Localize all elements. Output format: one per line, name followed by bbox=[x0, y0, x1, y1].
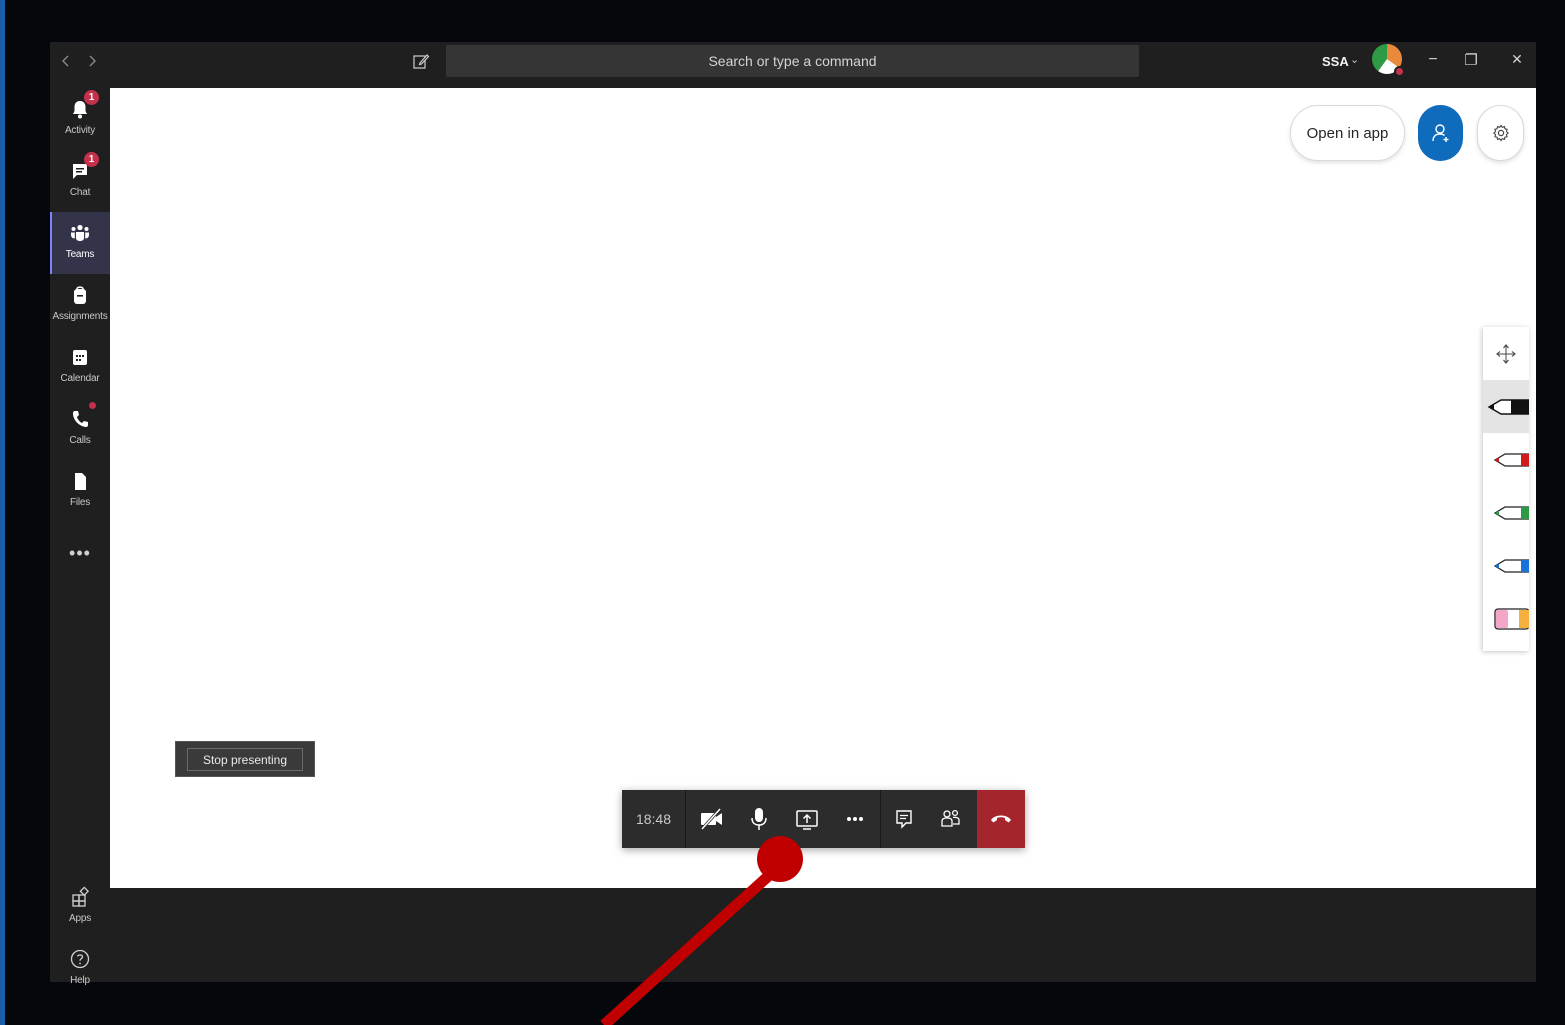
rail-item-assignments[interactable]: Assignments bbox=[50, 274, 110, 336]
participants-button[interactable] bbox=[936, 804, 966, 834]
stop-presenting-button[interactable]: Stop presenting bbox=[175, 741, 315, 777]
camera-off-icon bbox=[700, 807, 722, 831]
title-bar: Search or type a command SSA ⌄ − ❐ ✕ bbox=[50, 42, 1536, 88]
chevron-down-icon[interactable]: ⌄ bbox=[1350, 53, 1359, 66]
user-name[interactable]: SSA bbox=[1322, 54, 1349, 69]
rail-label-activity: Activity bbox=[64, 125, 96, 136]
teams-icon bbox=[71, 224, 89, 241]
rail-item-activity[interactable]: 1 Activity bbox=[50, 88, 110, 150]
rail-label-calls: Calls bbox=[69, 435, 91, 446]
microphone-button[interactable] bbox=[744, 804, 774, 834]
share-screen-button[interactable] bbox=[792, 804, 822, 834]
hang-up-button[interactable] bbox=[977, 790, 1025, 848]
red-pen-icon bbox=[1493, 453, 1529, 467]
divider bbox=[880, 790, 881, 848]
app-rail: 1 Activity 1 Chat Teams Assignments Cale… bbox=[50, 88, 110, 986]
black-pen-icon bbox=[1487, 399, 1529, 415]
file-icon bbox=[75, 473, 86, 490]
search-box[interactable]: Search or type a command bbox=[446, 45, 1139, 77]
phone-icon bbox=[73, 411, 88, 427]
black-pen-tool[interactable] bbox=[1483, 380, 1529, 433]
green-pen-tool[interactable] bbox=[1483, 486, 1529, 539]
more-actions-icon bbox=[847, 817, 863, 821]
rail-item-calendar[interactable]: Calendar bbox=[50, 336, 110, 398]
microphone-icon bbox=[751, 808, 767, 830]
move-icon bbox=[1496, 344, 1516, 364]
compose-icon bbox=[413, 54, 430, 69]
rail-label-files: Files bbox=[69, 497, 91, 508]
blue-pen-tool[interactable] bbox=[1483, 539, 1529, 592]
open-in-app-label: Open in app bbox=[1306, 125, 1389, 142]
rail-item-files[interactable]: Files bbox=[50, 460, 110, 522]
minimize-button[interactable]: − bbox=[1422, 51, 1444, 69]
new-chat-button[interactable] bbox=[412, 52, 430, 70]
move-tool[interactable] bbox=[1483, 327, 1529, 380]
share-screen-icon bbox=[796, 810, 818, 830]
participants-icon bbox=[941, 809, 960, 827]
calls-notification-dot bbox=[89, 402, 96, 409]
maximize-button[interactable]: ❐ bbox=[1460, 51, 1482, 69]
rail-label-chat: Chat bbox=[69, 187, 91, 198]
chevron-right-icon bbox=[89, 55, 96, 67]
add-person-icon bbox=[1432, 124, 1449, 142]
eraser-tool[interactable] bbox=[1483, 592, 1529, 645]
rail-label-teams: Teams bbox=[65, 249, 95, 260]
show-conversation-button[interactable] bbox=[889, 804, 919, 834]
rail-label-calendar: Calendar bbox=[60, 373, 100, 384]
share-invite-button[interactable] bbox=[1418, 105, 1463, 161]
divider bbox=[685, 790, 686, 848]
close-button[interactable]: ✕ bbox=[1506, 51, 1528, 68]
call-timer: 18:48 bbox=[635, 811, 672, 827]
whiteboard-stage[interactable]: Open in app Stop presenting 18:48 bbox=[110, 88, 1536, 888]
rail-item-chat[interactable]: 1 Chat bbox=[50, 150, 110, 212]
rail-item-teams[interactable]: Teams bbox=[50, 212, 110, 274]
red-pen-tool[interactable] bbox=[1483, 433, 1529, 486]
back-button[interactable] bbox=[57, 54, 75, 74]
rail-label-help: Help bbox=[70, 975, 90, 986]
help-icon bbox=[70, 949, 90, 969]
more-apps-button[interactable]: ••• bbox=[50, 543, 110, 564]
blue-pen-icon bbox=[1493, 559, 1529, 573]
chat-badge: 1 bbox=[84, 152, 99, 167]
show-conversation-icon bbox=[896, 810, 912, 829]
status-busy-icon bbox=[1394, 66, 1405, 77]
rail-item-help[interactable]: Help bbox=[50, 938, 110, 1000]
green-pen-icon bbox=[1493, 506, 1529, 520]
avatar[interactable] bbox=[1372, 44, 1405, 77]
forward-button[interactable] bbox=[83, 54, 101, 74]
inking-toolbar bbox=[1483, 327, 1529, 651]
rail-item-apps[interactable]: Apps bbox=[50, 876, 110, 938]
rail-label-assignments: Assignments bbox=[52, 311, 108, 322]
search-placeholder: Search or type a command bbox=[708, 53, 877, 69]
whiteboard-settings-button[interactable] bbox=[1477, 105, 1524, 161]
backpack-icon bbox=[74, 286, 86, 304]
camera-toggle-button[interactable] bbox=[696, 804, 726, 834]
teams-window: Search or type a command SSA ⌄ − ❐ ✕ 1 A… bbox=[50, 42, 1536, 986]
rail-label-apps: Apps bbox=[69, 913, 91, 924]
apps-icon bbox=[72, 886, 90, 907]
gear-icon bbox=[1492, 124, 1510, 142]
call-controls: 18:48 bbox=[622, 790, 1025, 848]
rail-item-calls[interactable]: Calls bbox=[50, 398, 110, 460]
eraser-icon bbox=[1494, 608, 1529, 630]
open-in-app-button[interactable]: Open in app bbox=[1290, 105, 1405, 161]
stop-presenting-label: Stop presenting bbox=[202, 753, 288, 767]
more-actions-button[interactable] bbox=[840, 804, 870, 834]
hang-up-icon bbox=[991, 815, 1011, 823]
bottom-band bbox=[110, 888, 1536, 982]
stop-presenting-frame: Stop presenting bbox=[187, 748, 303, 771]
chevron-left-icon bbox=[62, 55, 69, 67]
calendar-icon bbox=[73, 350, 87, 365]
activity-badge: 1 bbox=[84, 90, 99, 105]
